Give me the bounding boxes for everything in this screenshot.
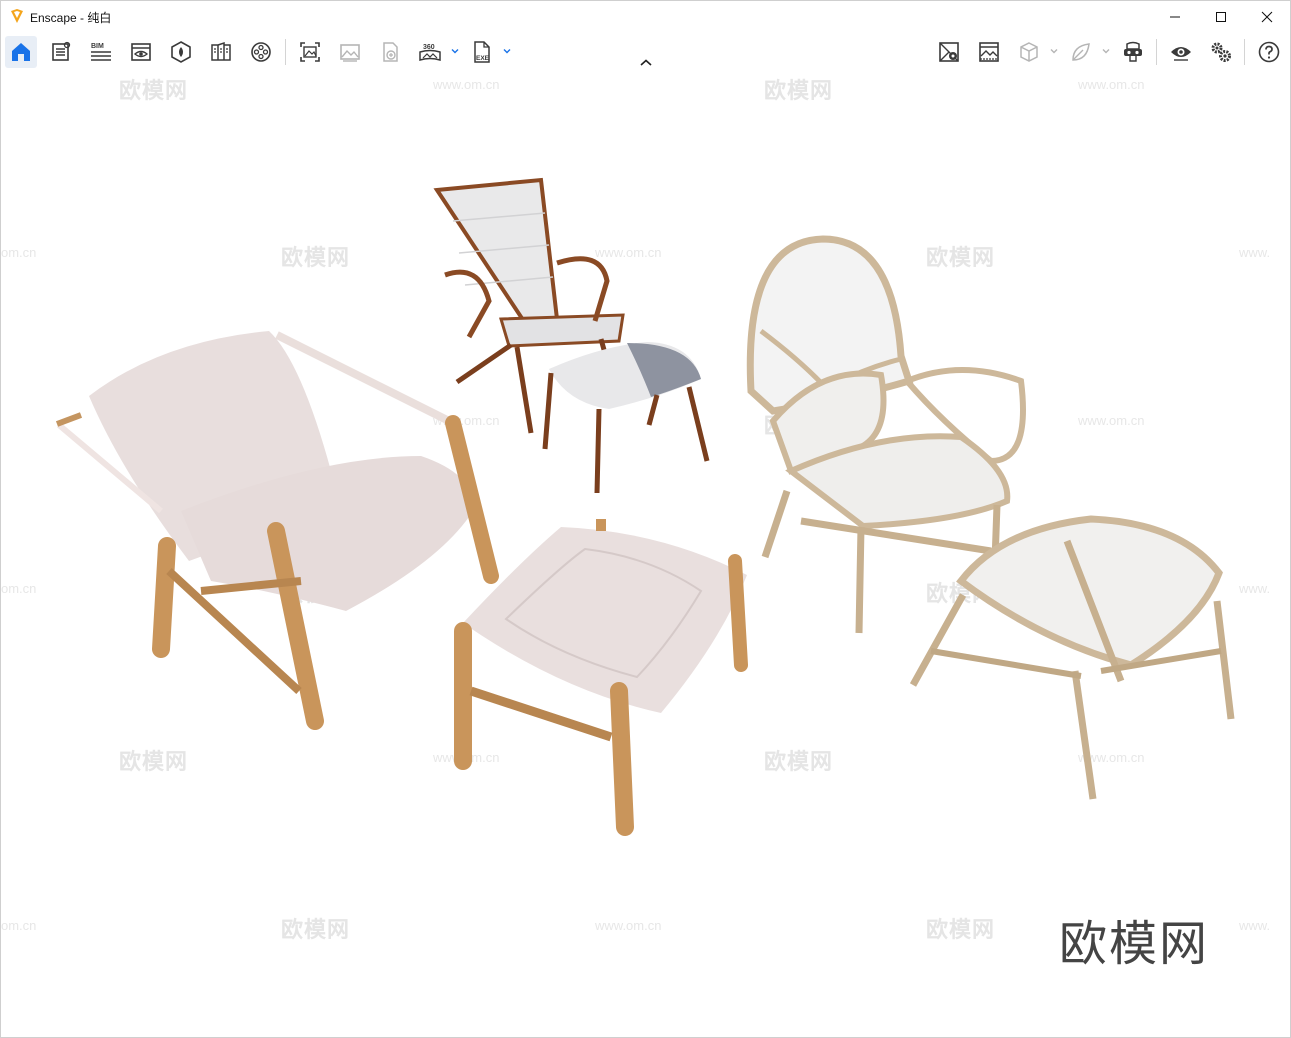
title-bar: Enscape - 纯白 <box>1 1 1290 32</box>
atmosphere-icon <box>979 42 999 62</box>
toolbar-separator <box>285 39 286 65</box>
svg-text:EXE: EXE <box>476 55 490 62</box>
enscape-window: Enscape - 纯白 BIM 360 EXE 欧模网 www.om.cn 欧… <box>0 0 1291 1038</box>
video-editor-button[interactable] <box>245 36 277 68</box>
batch-render-icon <box>340 44 360 62</box>
cube-dropdown-chevron-icon[interactable] <box>1049 46 1059 56</box>
bim-icon: BIM <box>91 43 111 61</box>
help-button[interactable] <box>1253 36 1285 68</box>
screenshot-icon <box>300 42 320 62</box>
cube-icon <box>1020 42 1038 62</box>
rendered-furniture-scene <box>55 177 1235 836</box>
site-context-button[interactable] <box>933 36 965 68</box>
maximize-button[interactable] <box>1198 1 1244 32</box>
toolbar-separator <box>1156 39 1157 65</box>
screenshot-button[interactable] <box>294 36 326 68</box>
svg-text:BIM: BIM <box>91 43 104 50</box>
window-title: Enscape - 纯白 <box>30 9 111 26</box>
export-exe-icon: EXE <box>474 41 490 63</box>
cube-button[interactable] <box>1013 36 1045 68</box>
scene-name: 纯白 <box>87 11 112 25</box>
walnut-ottoman <box>542 342 710 494</box>
atmosphere-button[interactable] <box>973 36 1005 68</box>
render-viewport[interactable]: 欧模网 www.om.cn 欧模网 www.om.cn om.cn 欧模网 ww… <box>1 72 1290 1037</box>
settings-icon <box>1211 42 1231 62</box>
toolbar-separator <box>1244 39 1245 65</box>
title-separator: - <box>76 11 88 25</box>
minimize-button[interactable] <box>1152 1 1198 32</box>
video-editor-icon <box>251 42 271 62</box>
settings-button[interactable] <box>1205 36 1237 68</box>
collapse-toolbar-chevron-icon[interactable] <box>638 57 654 69</box>
panorama-360-icon: 360 <box>419 44 441 62</box>
views-button[interactable] <box>205 36 237 68</box>
vr-headset-button[interactable] <box>1117 36 1149 68</box>
panorama-dropdown-chevron-icon[interactable] <box>450 46 460 56</box>
site-context-icon <box>939 42 959 62</box>
bim-button[interactable]: BIM <box>85 36 117 68</box>
eye-icon <box>1171 47 1191 61</box>
maximize-icon <box>1216 11 1226 22</box>
vr-headset-icon <box>1124 41 1142 62</box>
close-icon <box>1261 11 1273 22</box>
batch-render-button[interactable] <box>334 36 366 68</box>
export-exe-button[interactable]: EXE <box>466 36 498 68</box>
leaf-dropdown-chevron-icon[interactable] <box>1101 46 1111 56</box>
help-icon <box>1258 41 1280 63</box>
fabric-armchair <box>55 331 499 730</box>
leaf-button[interactable] <box>1065 36 1097 68</box>
export-dropdown-chevron-icon[interactable] <box>502 46 512 56</box>
views-icon <box>211 41 231 61</box>
asset-library-icon <box>52 41 71 61</box>
minimize-icon <box>1170 16 1180 17</box>
home-icon <box>12 43 30 61</box>
upload-icon <box>383 42 398 62</box>
panorama-360-button[interactable]: 360 <box>414 36 446 68</box>
fabric-ottoman <box>454 519 748 836</box>
visual-settings-icon <box>131 43 151 61</box>
rattan-ottoman <box>909 515 1235 800</box>
enscape-logo-icon <box>11 9 23 23</box>
close-button[interactable] <box>1244 1 1290 32</box>
leaf-icon <box>1072 43 1090 61</box>
corner-watermark: 欧模网 <box>1059 916 1210 972</box>
upload-button[interactable] <box>374 36 406 68</box>
home-button[interactable] <box>5 36 37 68</box>
materials-icon <box>171 41 191 63</box>
visual-settings-button[interactable] <box>125 36 157 68</box>
app-title: Enscape <box>30 11 77 25</box>
materials-button[interactable] <box>165 36 197 68</box>
asset-library-button[interactable] <box>45 36 77 68</box>
eye-button[interactable] <box>1165 36 1197 68</box>
